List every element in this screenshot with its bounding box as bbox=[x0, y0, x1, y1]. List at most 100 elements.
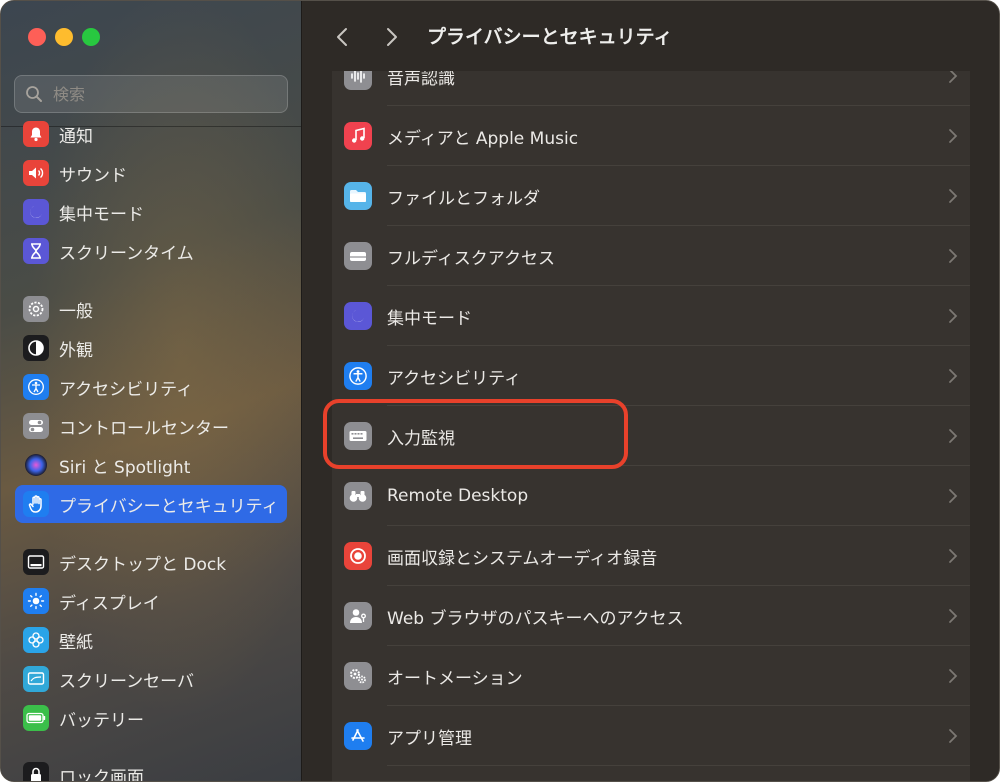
sidebar-item-desktop-dock[interactable]: デスクトップと Dock bbox=[15, 543, 287, 581]
sidebar-item-siri-spotlight[interactable]: Siri と Spotlight bbox=[15, 446, 287, 484]
row-label: オートメーション bbox=[387, 668, 523, 689]
sidebar-item-displays[interactable]: ディスプレイ bbox=[15, 582, 287, 620]
chevron-right-icon bbox=[949, 249, 958, 263]
privacy-list: 音声認識 メディアと Apple Music ファイルとフォルダ フルディスクア… bbox=[332, 71, 970, 781]
back-button[interactable] bbox=[329, 23, 355, 51]
main-pane: プライバシーとセキュリティ 音声認識 メディアと Apple Music ファイ… bbox=[303, 1, 999, 781]
sun-icon bbox=[23, 588, 49, 614]
accessibility-icon bbox=[23, 374, 49, 400]
siri-icon bbox=[23, 452, 49, 478]
chevron-right-icon bbox=[949, 309, 958, 323]
hourglass-icon bbox=[23, 238, 49, 264]
moon-icon bbox=[344, 302, 372, 330]
sidebar-item-label: 一般 bbox=[59, 301, 93, 322]
sidebar-list: 通知 サウンド 集中モード スクリーンタイム 一般 外観 アクセシビリティ コン… bbox=[1, 114, 302, 781]
chevron-right-icon bbox=[949, 489, 958, 503]
sidebar-item-screen-time[interactable]: スクリーンタイム bbox=[15, 232, 287, 270]
disk-icon bbox=[344, 242, 372, 270]
chevron-right-icon bbox=[949, 609, 958, 623]
row-label: フルディスクアクセス bbox=[387, 248, 555, 269]
sidebar-item-accessibility[interactable]: アクセシビリティ bbox=[15, 368, 287, 406]
sidebar-item-label: コントロールセンター bbox=[59, 418, 229, 439]
screensaver-icon bbox=[23, 666, 49, 692]
sidebar-item-label: スクリーンタイム bbox=[59, 243, 194, 264]
row-label: Web ブラウザのパスキーへのアクセス bbox=[387, 608, 684, 629]
row-label: アクセシビリティ bbox=[387, 368, 522, 389]
app-store-icon bbox=[344, 722, 372, 750]
row-screen-recording[interactable]: 画面収録とシステムオーディオ録音 bbox=[332, 526, 970, 586]
bell-icon bbox=[23, 121, 49, 147]
sidebar-item-label: スクリーンセーバ bbox=[59, 671, 194, 692]
chevron-right-icon bbox=[949, 369, 958, 383]
sidebar-item-sound[interactable]: サウンド bbox=[15, 154, 287, 192]
sidebar: 通知 サウンド 集中モード スクリーンタイム bbox=[1, 1, 302, 781]
close-button[interactable] bbox=[28, 28, 46, 46]
sidebar-item-notifications[interactable]: 通知 bbox=[15, 115, 287, 153]
sidebar-item-label: サウンド bbox=[59, 165, 127, 186]
sidebar-item-label: プライバシーとセキュリティ bbox=[59, 496, 279, 517]
chevron-right-icon bbox=[949, 129, 958, 143]
row-divider bbox=[387, 765, 970, 766]
sidebar-item-screensaver[interactable]: スクリーンセーバ bbox=[15, 660, 287, 698]
row-label: 集中モード bbox=[387, 308, 472, 329]
sidebar-item-appearance[interactable]: 外観 bbox=[15, 329, 287, 367]
sidebar-item-label: Siri と Spotlight bbox=[59, 457, 191, 478]
music-note-icon bbox=[344, 122, 372, 150]
row-label: 画面収録とシステムオーディオ録音 bbox=[387, 548, 658, 569]
chevron-right-icon bbox=[949, 549, 958, 563]
row-label: Remote Desktop bbox=[387, 486, 529, 506]
row-web-browser-passkeys[interactable]: Web ブラウザのパスキーへのアクセス bbox=[332, 586, 970, 646]
battery-icon bbox=[23, 705, 49, 731]
row-label: 入力監視 bbox=[387, 428, 455, 449]
row-app-management[interactable]: アプリ管理 bbox=[332, 706, 970, 766]
sidebar-item-lock-screen[interactable]: ロック画面 bbox=[15, 756, 287, 781]
row-label: 音声認識 bbox=[387, 71, 455, 89]
row-label: アプリ管理 bbox=[387, 728, 472, 749]
page-title: プライバシーとセキュリティ bbox=[427, 26, 673, 48]
accessibility-icon bbox=[344, 362, 372, 390]
folder-icon bbox=[344, 182, 372, 210]
sidebar-item-wallpaper[interactable]: 壁紙 bbox=[15, 621, 287, 659]
binoculars-icon bbox=[344, 482, 372, 510]
row-focus[interactable]: 集中モード bbox=[332, 286, 970, 346]
chevron-right-icon bbox=[949, 189, 958, 203]
minimize-button[interactable] bbox=[55, 28, 73, 46]
speaker-icon bbox=[23, 160, 49, 186]
waveform-icon bbox=[344, 71, 372, 90]
row-remote-desktop[interactable]: Remote Desktop bbox=[332, 466, 970, 526]
row-label: メディアと Apple Music bbox=[387, 128, 579, 149]
sidebar-item-label: バッテリー bbox=[59, 710, 144, 731]
chevron-right-icon bbox=[949, 71, 958, 83]
sidebar-item-label: 集中モード bbox=[59, 204, 144, 225]
row-accessibility[interactable]: アクセシビリティ bbox=[332, 346, 970, 406]
chevron-right-icon bbox=[949, 669, 958, 683]
sidebar-item-label: 外観 bbox=[59, 340, 93, 361]
person-key-icon bbox=[344, 602, 372, 630]
dock-icon bbox=[23, 549, 49, 575]
sidebar-item-general[interactable]: 一般 bbox=[15, 290, 287, 328]
chevron-left-icon bbox=[337, 28, 347, 46]
row-full-disk-access[interactable]: フルディスクアクセス bbox=[332, 226, 970, 286]
forward-button[interactable] bbox=[379, 23, 405, 51]
row-automation[interactable]: オートメーション bbox=[332, 646, 970, 706]
toggles-icon bbox=[23, 413, 49, 439]
row-media-apple-music[interactable]: メディアと Apple Music bbox=[332, 106, 970, 166]
chevron-right-icon bbox=[949, 729, 958, 743]
flower-icon bbox=[23, 627, 49, 653]
appearance-icon bbox=[23, 335, 49, 361]
search-input[interactable] bbox=[51, 83, 271, 105]
toolbar: プライバシーとセキュリティ bbox=[303, 1, 999, 71]
record-icon bbox=[344, 542, 372, 570]
sidebar-item-control-center[interactable]: コントロールセンター bbox=[15, 407, 287, 445]
row-speech-recognition[interactable]: 音声認識 bbox=[332, 71, 970, 106]
sidebar-item-battery[interactable]: バッテリー bbox=[15, 699, 287, 737]
row-files-folders[interactable]: ファイルとフォルダ bbox=[332, 166, 970, 226]
zoom-button[interactable] bbox=[82, 28, 100, 46]
keyboard-icon bbox=[344, 422, 372, 450]
sidebar-item-privacy-security[interactable]: プライバシーとセキュリティ bbox=[15, 485, 287, 523]
settings-window: 通知 サウンド 集中モード スクリーンタイム bbox=[0, 0, 1000, 782]
row-input-monitoring[interactable]: 入力監視 bbox=[332, 406, 970, 466]
sidebar-item-label: アクセシビリティ bbox=[59, 379, 194, 400]
sidebar-item-focus[interactable]: 集中モード bbox=[15, 193, 287, 231]
search-field[interactable] bbox=[14, 75, 288, 113]
